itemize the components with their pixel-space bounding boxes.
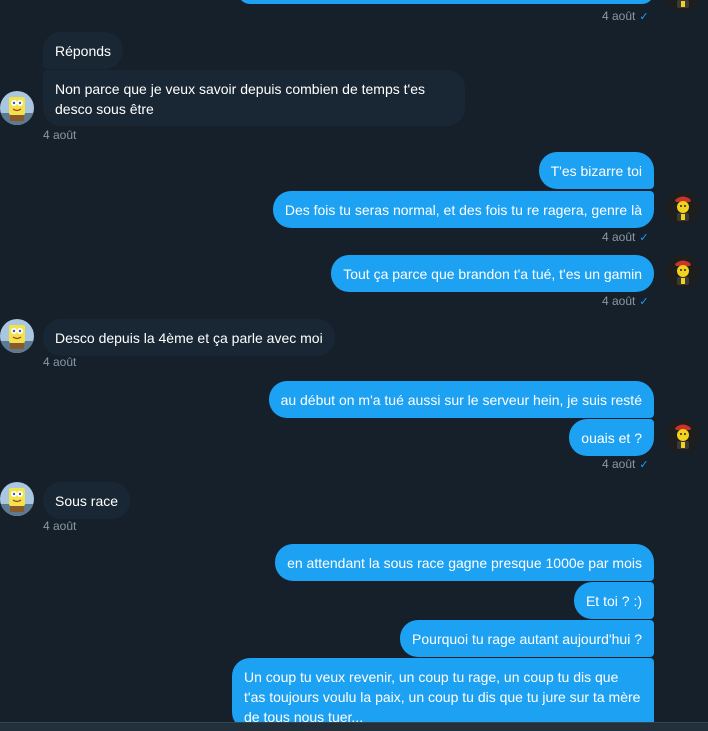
read-check-icon: ✓: [639, 232, 649, 244]
timestamp: 4 août: [43, 519, 77, 533]
avatar-other[interactable]: [0, 91, 34, 125]
message-bubble-incoming[interactable]: Desco depuis la 4ème et ça parle avec mo…: [43, 319, 335, 356]
timestamp: 4 août ✓: [602, 230, 649, 245]
message-bubble-outgoing[interactable]: ouais et ?: [569, 419, 654, 456]
message-bubble-outgoing[interactable]: Pourquoi tu rage autant aujourd'hui ?: [400, 620, 654, 657]
read-check-icon: ✓: [639, 296, 649, 308]
avatar-me[interactable]: [666, 191, 700, 225]
timestamp-text: 4 août: [602, 230, 636, 244]
message-bubble-outgoing[interactable]: Tout ça parce que brandon t'a tué, t'es …: [331, 255, 654, 292]
message-bubble-outgoing-top[interactable]: [238, 0, 654, 4]
avatar-me[interactable]: [666, 0, 700, 12]
timestamp-text: 4 août: [602, 294, 636, 308]
message-bubble-outgoing[interactable]: en attendant la sous race gagne presque …: [275, 544, 654, 581]
message-bubble-incoming[interactable]: Sous race: [43, 482, 131, 519]
message-bubble-outgoing[interactable]: Des fois tu seras normal, et des fois tu…: [272, 191, 654, 228]
avatar-other[interactable]: [0, 482, 34, 516]
read-check-icon: ✓: [639, 459, 649, 471]
message-bubble-incoming[interactable]: Réponds: [43, 32, 124, 69]
message-bubble-incoming[interactable]: Non parce que je veux savoir depuis comb…: [43, 70, 465, 126]
timestamp-text: 4 août: [602, 457, 636, 471]
message-bubble-outgoing[interactable]: Et toi ? :): [573, 582, 654, 619]
avatar-me[interactable]: [666, 419, 700, 453]
message-bubble-outgoing[interactable]: T'es bizarre toi: [538, 152, 654, 189]
message-bubble-outgoing[interactable]: Un coup tu veux revenir, un coup tu rage…: [232, 658, 654, 730]
timestamp: 4 août: [43, 355, 77, 369]
avatar-other[interactable]: [0, 319, 34, 353]
read-check-icon: ✓: [639, 11, 649, 23]
timestamp-text: 4 août: [602, 9, 636, 23]
timestamp: 4 août: [43, 128, 77, 142]
avatar-me[interactable]: [666, 255, 700, 289]
timestamp: 4 août ✓: [602, 9, 649, 24]
timestamp: 4 août ✓: [602, 294, 649, 309]
timestamp: 4 août ✓: [602, 457, 649, 472]
message-bubble-outgoing[interactable]: au début on m'a tué aussi sur le serveur…: [268, 381, 654, 418]
composer-edge: [0, 722, 708, 731]
